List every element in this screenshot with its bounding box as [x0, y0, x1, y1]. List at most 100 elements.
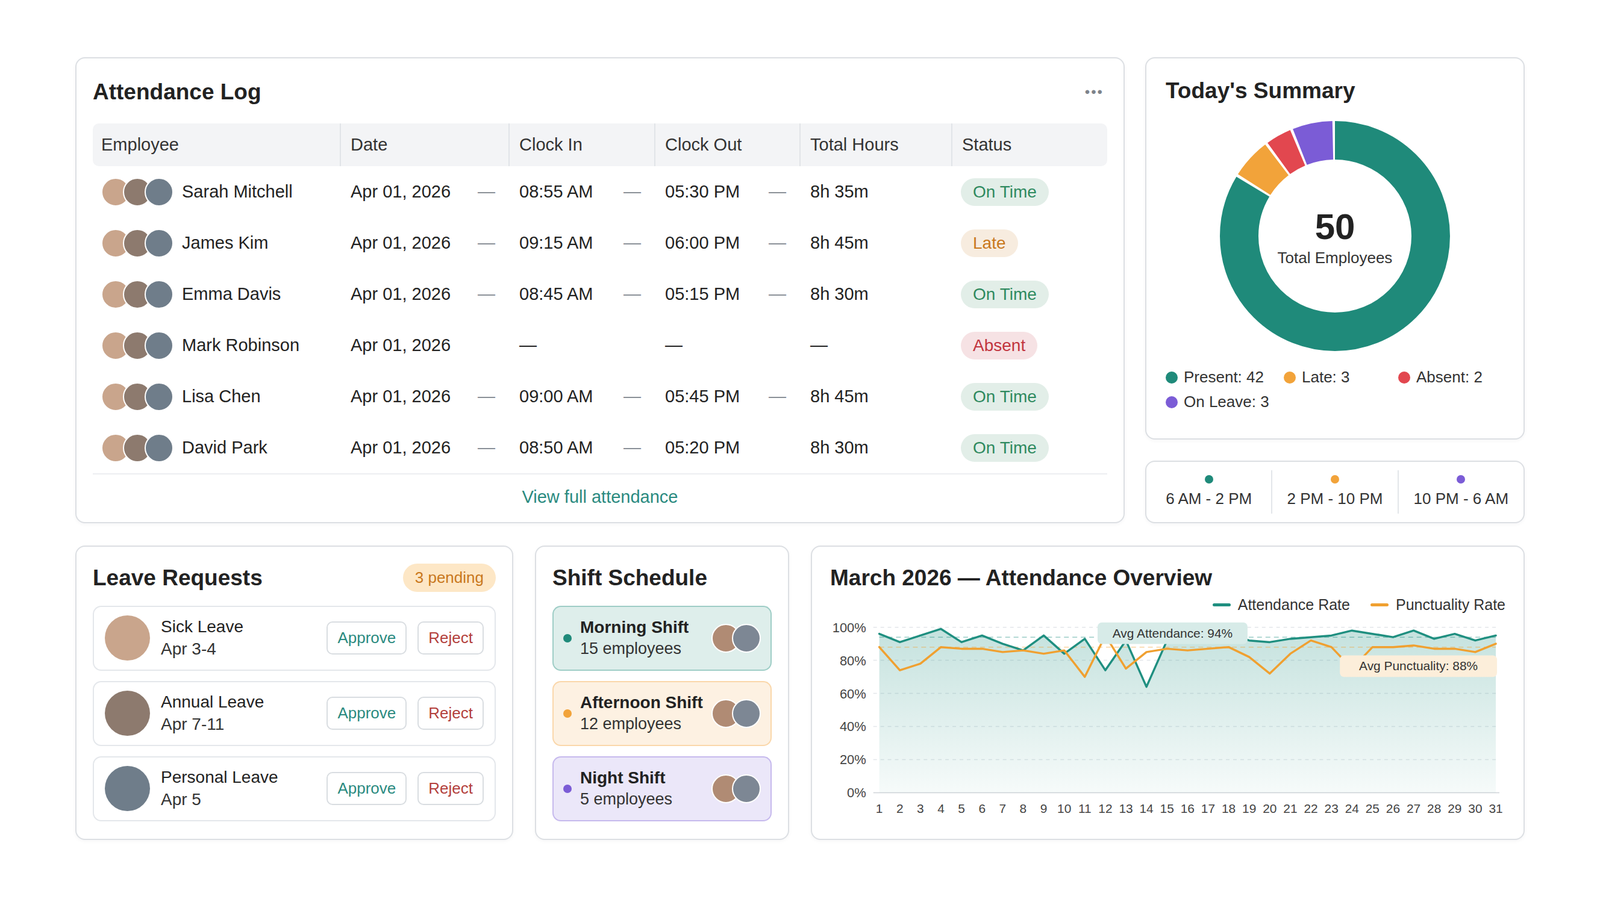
pending-badge: 3 pending [403, 563, 496, 593]
donut-segment[interactable] [1239, 140, 1431, 332]
clock-in-cell: 08:50 AM— [508, 422, 655, 474]
legend-item: Absent: 2 [1398, 368, 1505, 387]
approve-button[interactable]: Approve [326, 696, 407, 731]
donut-segment[interactable] [1239, 140, 1431, 332]
leave-item: Sick LeaveApr 3-4 Approve Reject [92, 606, 496, 672]
leave-type: Personal Leave [160, 766, 316, 789]
x-tick-label: 26 [1386, 801, 1400, 816]
card-header: Shift Schedule [552, 562, 772, 594]
clock-in-cell: 09:15 AM— [508, 217, 655, 269]
total-label: Total Employees [1277, 248, 1393, 267]
employee-name: Sarah Mitchell [181, 181, 293, 202]
right-column: Today's Summary50Total EmployeesPresent:… [1145, 57, 1525, 524]
shift-schedule-card: Shift Schedule Morning Shift15 employees A… [534, 545, 790, 841]
table-row[interactable]: Sarah MitchellApr 01, 2026—08:55 AM—05:3… [92, 166, 1108, 218]
reject-button[interactable]: Reject [417, 621, 484, 655]
shift-time-item: 2 PM - 10 PM [1271, 470, 1397, 514]
dashboard-page: Attendance Log ••• EmployeeDateClock InClo… [0, 0, 1600, 899]
clock-out-cell: — [654, 319, 800, 372]
x-tick-label: 31 [1488, 801, 1503, 816]
tooltip-tint [1339, 655, 1497, 678]
attendance-table: EmployeeDateClock InClock OutTotal Hours… [92, 123, 1108, 474]
date-cell: Apr 01, 2026— [339, 217, 509, 269]
status-cell: On Time [951, 371, 1108, 423]
clock-in-text: 09:00 AM [519, 386, 594, 407]
avatar-photo [731, 624, 761, 654]
shift-item[interactable]: Morning Shift15 employees [552, 606, 772, 672]
column-header[interactable]: Clock In [508, 123, 655, 167]
card-header: Leave Requests3 pending [92, 562, 496, 594]
x-tick-label: 5 [957, 801, 966, 816]
shift-item[interactable]: Night Shift5 employees [552, 756, 772, 822]
x-tick-label: 6 [978, 801, 986, 816]
shift-item[interactable]: Afternoon Shift12 employees [552, 681, 772, 747]
status-badge: On Time [960, 434, 1049, 463]
table-row[interactable]: Emma DavisApr 01, 2026—08:45 AM—05:15 PM… [92, 268, 1108, 320]
column-header[interactable]: Clock Out [654, 123, 800, 167]
clock-out-cell: 05:15 PM— [654, 268, 800, 320]
table-header: EmployeeDateClock InClock OutTotal Hours… [92, 123, 1108, 167]
leave-item: Personal LeaveApr 5 Approve Reject [92, 756, 496, 822]
reject-button[interactable]: Reject [417, 772, 484, 806]
approve-button[interactable]: Approve [326, 621, 407, 655]
separator: — [623, 181, 641, 202]
x-tick-label: 19 [1242, 801, 1257, 816]
x-tick-label: 3 [916, 801, 925, 816]
x-tick-label: 2 [896, 801, 904, 816]
top-row: Attendance Log ••• EmployeeDateClock InClo… [75, 57, 1525, 524]
shift-name: Morning Shift [580, 616, 704, 639]
card-title: March 2026 — Attendance Overview [830, 563, 1213, 593]
shift-name: Afternoon Shift [580, 692, 704, 714]
view-all-link[interactable]: View full attendance [521, 487, 678, 507]
total-hours-text: 8h 30m [810, 437, 869, 458]
approve-button[interactable]: Approve [326, 772, 407, 806]
separator: — [768, 386, 787, 407]
table-row[interactable]: Mark RobinsonApr 01, 2026———Absent [92, 319, 1108, 372]
total-hours-text: 8h 45m [810, 386, 869, 407]
tooltip-bg [1097, 622, 1248, 644]
leave-info: Annual LeaveApr 7-11 [160, 691, 316, 736]
avatar-group [711, 699, 761, 729]
column-header[interactable]: Employee [92, 123, 340, 167]
avatar-photo [144, 177, 174, 207]
column-header[interactable]: Date [339, 123, 509, 167]
status-cell: On Time [951, 268, 1108, 320]
more-menu-icon[interactable]: ••• [1081, 83, 1108, 101]
avatar-photo [144, 228, 174, 258]
date-cell: Apr 01, 2026— [339, 371, 509, 423]
date-cell: Apr 01, 2026— [339, 166, 509, 218]
reject-button[interactable]: Reject [417, 696, 484, 731]
donut-segment[interactable] [1239, 140, 1431, 332]
donut-segment[interactable] [1239, 140, 1431, 332]
chart-legend: Attendance RatePunctuality Rate [830, 596, 1506, 614]
table-row[interactable]: David ParkApr 01, 2026—08:50 AM—05:20 PM… [92, 422, 1108, 474]
tooltip-tint [1097, 622, 1248, 644]
date-cell: Apr 01, 2026 [339, 319, 509, 372]
shift-time-text: 2 PM - 10 PM [1287, 489, 1384, 509]
separator: — [768, 181, 787, 202]
column-header[interactable]: Total Hours [799, 123, 952, 167]
shift-dot [1204, 475, 1214, 484]
employee-name: Mark Robinson [181, 335, 300, 356]
avatar-photo [104, 766, 150, 812]
x-tick-label: 29 [1447, 801, 1462, 816]
table-row[interactable]: Lisa ChenApr 01, 2026—09:00 AM—05:45 PM—… [92, 371, 1108, 423]
total-hours-cell: 8h 35m [799, 166, 952, 218]
leave-requests-card: Leave Requests3 pending Sick LeaveApr 3-4… [75, 545, 514, 841]
avatar-photo [731, 699, 761, 729]
average-tooltip: Avg Attendance: 94% [1097, 622, 1248, 644]
x-tick-label: 11 [1078, 801, 1092, 816]
card-title: Attendance Log [92, 77, 262, 107]
shift-list: Morning Shift15 employees Afternoon Shift… [552, 606, 772, 822]
clock-out-text: 05:15 PM [665, 284, 740, 305]
leave-info: Sick LeaveApr 3-4 [160, 616, 316, 661]
legend-text: Late: 3 [1301, 368, 1350, 387]
column-header[interactable]: Status [951, 123, 1108, 167]
table-row[interactable]: James KimApr 01, 2026—09:15 AM—06:00 PM—… [92, 217, 1108, 269]
avatar-photo [144, 433, 174, 463]
date-text: Apr 01, 2026 [350, 233, 451, 254]
leave-info: Personal LeaveApr 5 [160, 766, 316, 811]
avatar-group [101, 382, 174, 412]
card-title: Today's Summary [1165, 76, 1505, 106]
status-badge: On Time [960, 178, 1049, 207]
